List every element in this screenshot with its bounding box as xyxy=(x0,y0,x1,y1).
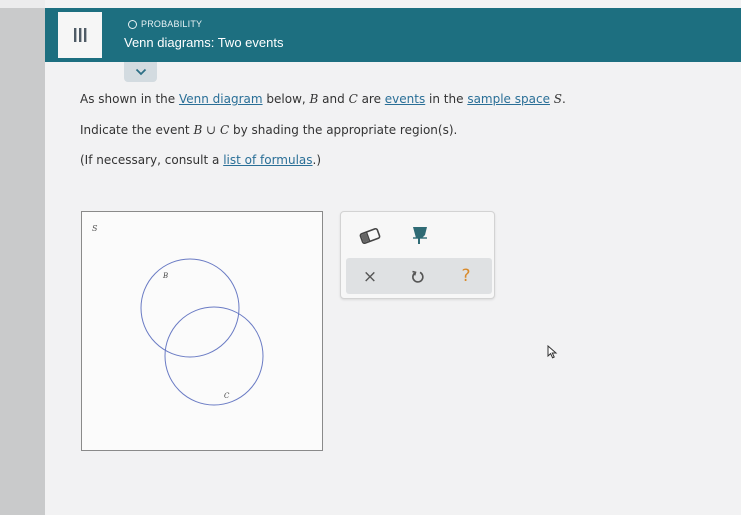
venn-diagram[interactable]: S B C xyxy=(81,211,323,451)
chevron-down-icon xyxy=(135,68,146,76)
text-segment: Indicate the event xyxy=(80,123,194,137)
text-segment: by shading the appropriate region(s). xyxy=(229,123,458,137)
circle-icon xyxy=(128,19,137,29)
page-title: Venn diagrams: Two events xyxy=(124,35,284,50)
text-segment: are xyxy=(357,92,385,106)
undo-button[interactable] xyxy=(407,266,429,288)
section-label-text: PROBABILITY xyxy=(141,19,203,29)
text-segment: .) xyxy=(312,153,322,167)
venn-canvas: S B C xyxy=(92,224,264,406)
undo-icon xyxy=(412,270,424,283)
eraser-icon xyxy=(359,227,381,245)
formulas-link[interactable]: list of formulas xyxy=(223,153,312,167)
text-segment: . xyxy=(562,92,566,106)
collapse-button[interactable] xyxy=(124,62,157,82)
clear-button[interactable]: × xyxy=(359,266,381,288)
pointer-cursor-icon xyxy=(547,344,558,359)
sample-space-link[interactable]: sample space xyxy=(467,92,550,106)
menu-button[interactable] xyxy=(58,12,102,58)
text-segment: As shown in the xyxy=(80,92,179,106)
tool-panel: × ? xyxy=(340,211,495,299)
space-label: S xyxy=(92,224,98,233)
venn-diagram-link[interactable]: Venn diagram xyxy=(179,92,263,106)
text-segment: and xyxy=(318,92,349,106)
text-segment: in the xyxy=(425,92,468,106)
eraser-tool[interactable] xyxy=(357,224,383,248)
question-line-3: (If necessary, consult a list of formula… xyxy=(80,153,321,167)
question-line-2: Indicate the event B ∪ C by shading the … xyxy=(80,123,457,137)
events-link[interactable]: events xyxy=(385,92,425,106)
set-c-label: C xyxy=(224,392,230,400)
mouse-cursor xyxy=(547,344,558,363)
union-expression: B ∪ C xyxy=(193,123,230,137)
text-segment: (If necessary, consult a xyxy=(80,153,224,167)
set-b-label: B xyxy=(162,272,168,280)
text-segment: below, xyxy=(262,92,310,106)
shade-brush-icon xyxy=(413,227,427,244)
hamburger-icon xyxy=(74,28,87,42)
shade-tool[interactable] xyxy=(407,222,433,248)
sample-space-symbol: S xyxy=(553,92,563,106)
help-button[interactable]: ? xyxy=(455,265,477,287)
question-line-1: As shown in the Venn diagram below, B an… xyxy=(80,92,566,106)
section-label: PROBABILITY xyxy=(128,19,202,29)
set-c-symbol: C xyxy=(348,92,358,106)
